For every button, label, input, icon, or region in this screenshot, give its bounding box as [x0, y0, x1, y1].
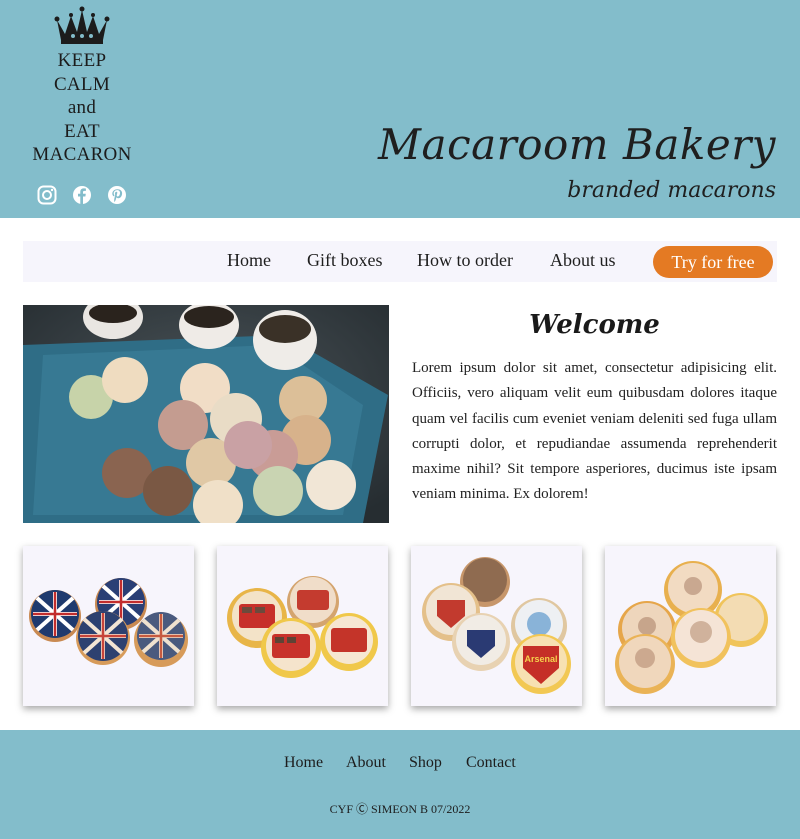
queen-portrait-macarons-image [615, 561, 768, 694]
nav-item-about-us[interactable]: About us [550, 250, 616, 271]
main-nav: Home Gift boxes How to order About us Tr… [23, 241, 777, 282]
facebook-icon[interactable] [72, 185, 92, 205]
product-card-queen-portrait[interactable] [605, 546, 776, 706]
football-club-macarons-image: Arsenal [422, 557, 571, 694]
product-card-football-clubs[interactable]: Arsenal [411, 546, 582, 706]
london-bus-macarons-image [227, 576, 378, 678]
crown-icon [54, 6, 110, 44]
nav-item-gift-boxes[interactable]: Gift boxes [307, 250, 383, 271]
brand-title: Macaroom Bakery [378, 120, 776, 169]
welcome-heading: Welcome [529, 310, 660, 340]
nav-item-how-to-order[interactable]: How to order [417, 250, 513, 271]
footer-link-shop[interactable]: Shop [409, 754, 442, 772]
footer-link-about[interactable]: About [346, 754, 386, 772]
nav-item-home[interactable]: Home [227, 250, 271, 271]
logo-line: and [67, 97, 97, 118]
logo-line: EAT [64, 120, 100, 142]
social-links [37, 185, 127, 205]
logo-line: CALM [53, 73, 111, 95]
copyright-text: CYF Ⓒ SIMEON B 07/2022 [329, 802, 471, 816]
union-jack-macarons-image [29, 578, 188, 667]
brand-subtitle: branded macarons [567, 178, 776, 203]
hero-image [23, 305, 389, 523]
instagram-icon[interactable] [37, 185, 57, 205]
site-footer: Home About Shop Contact CYF Ⓒ SIMEON B 0… [0, 730, 800, 839]
logo-line: MACARON [32, 144, 132, 165]
site-header: KEEP CALM and EAT MACARON Macaroom Baker… [0, 0, 800, 218]
arsenal-crest-label: Arsenal [524, 654, 557, 664]
footer-link-home[interactable]: Home [284, 754, 323, 772]
product-card-union-jack[interactable] [23, 546, 194, 706]
product-card-london-bus[interactable] [217, 546, 388, 706]
pinterest-icon[interactable] [107, 185, 127, 205]
footer-link-contact[interactable]: Contact [466, 754, 516, 772]
intro-paragraph: Lorem ipsum dolor sit amet, consectetur … [412, 360, 777, 503]
keep-calm-logo[interactable]: KEEP CALM and EAT MACARON [22, 6, 142, 167]
logo-line: KEEP [57, 50, 107, 71]
try-for-free-button[interactable]: Try for free [653, 246, 773, 278]
